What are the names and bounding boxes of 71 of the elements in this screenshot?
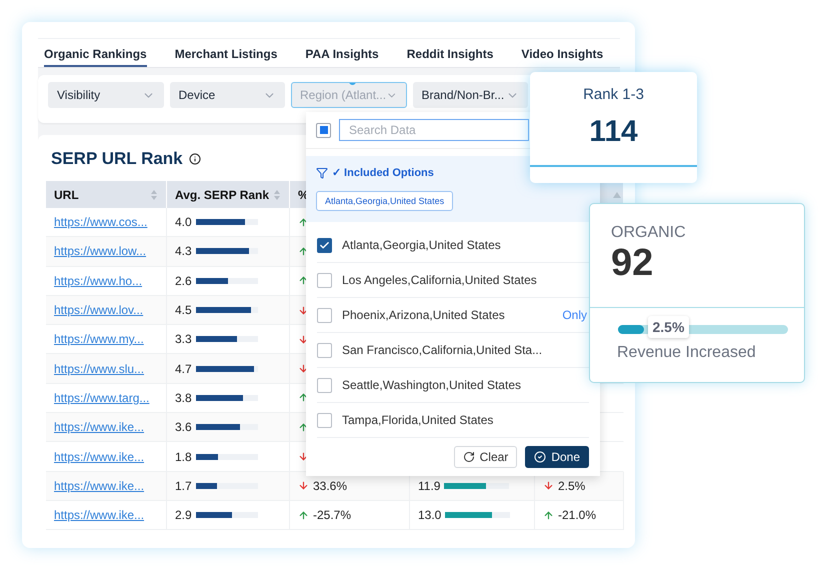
url-link[interactable]: https://www.ike... <box>54 508 144 522</box>
url-link[interactable]: https://www.ike... <box>54 478 144 493</box>
check-icon <box>319 240 330 250</box>
card-value: 92 <box>611 242 654 285</box>
option-label[interactable]: Tampa,Florida,United States <box>342 413 589 427</box>
info-icon[interactable] <box>188 153 201 165</box>
card-label: Rank 1-3 <box>583 86 644 103</box>
filter-dropdown[interactable]: Visibility <box>48 82 164 108</box>
only-link[interactable]: Only <box>562 308 587 322</box>
cell-text: 4.7 <box>175 362 192 376</box>
scroll-up-icon[interactable] <box>613 192 621 198</box>
tab[interactable]: Reddit Insights <box>406 47 494 67</box>
url-link[interactable]: https://www.my... <box>54 332 144 346</box>
cell-text: -25.7% <box>313 508 352 522</box>
checkbox[interactable] <box>317 308 332 322</box>
url-link[interactable]: https://www.low... <box>54 244 146 258</box>
url-link[interactable]: https://www.ho... <box>54 274 142 288</box>
url-link[interactable]: https://www.ike... <box>54 420 144 434</box>
card-value: 114 <box>589 115 638 149</box>
search-field[interactable]: Search Data <box>339 119 529 141</box>
included-options-title: ✓ Included Options <box>332 166 434 179</box>
checkbox[interactable] <box>317 272 332 288</box>
url-link[interactable]: https://www.targ... <box>54 390 150 405</box>
cell-text: 33.6% <box>313 478 348 493</box>
tab[interactable]: Merchant Listings <box>174 47 278 67</box>
tab[interactable]: Video Insights <box>521 47 604 67</box>
url-link[interactable]: https://www.lov... <box>54 303 144 318</box>
filter-dropdown[interactable]: Device <box>170 82 285 108</box>
check-circle-icon <box>534 451 546 463</box>
card-caption: Revenue Increased <box>617 344 757 362</box>
cell-text: 13.0 <box>418 508 442 522</box>
url-link[interactable]: https://www.cos... <box>54 215 148 230</box>
column-header[interactable]: Avg. SERP Rank <box>167 181 290 208</box>
checkbox[interactable] <box>317 342 332 358</box>
url-link[interactable]: https://www.slu... <box>54 362 144 376</box>
filter-dropdown[interactable]: Brand/Non-Br... <box>412 82 528 108</box>
filter-icon <box>316 166 328 178</box>
cell-text: 3.8 <box>175 390 192 405</box>
clear-button[interactable]: Clear <box>454 446 518 468</box>
select-all-checkbox[interactable] <box>316 122 331 138</box>
option-label[interactable]: San Francisco,California,United Sta... <box>342 343 589 357</box>
cell-text: 4.5 <box>175 303 192 318</box>
sort-icon[interactable] <box>150 188 158 200</box>
tab[interactable]: PAA Insights <box>305 47 379 67</box>
done-button[interactable]: Done <box>525 446 589 468</box>
refresh-icon <box>462 451 475 463</box>
column-header[interactable]: URL <box>46 181 167 208</box>
cell-text: 2.6 <box>175 274 192 288</box>
cell-text: 1.8 <box>175 450 192 464</box>
card-label: ORGANIC <box>611 224 687 242</box>
cell-text: 3.6 <box>175 420 192 434</box>
progress-reading: 2.5% <box>648 316 690 338</box>
option-tag[interactable]: Atlanta,Georgia,United States <box>316 191 454 211</box>
checkbox[interactable] <box>317 412 332 428</box>
sort-icon[interactable] <box>273 188 281 200</box>
checkbox[interactable] <box>317 238 332 252</box>
table-title: SERP URL Rank <box>51 149 183 169</box>
cell-text: 11.9 <box>418 478 440 493</box>
cell-text: 4.3 <box>175 244 192 258</box>
checkbox[interactable] <box>317 378 332 392</box>
option-label[interactable]: Phoenix,Arizona,United States <box>342 308 552 322</box>
option-label[interactable]: Seattle,Washington,United States <box>342 378 589 392</box>
option-label[interactable]: Los Angeles,California,United States <box>342 273 589 287</box>
url-link[interactable]: https://www.ike... <box>54 450 144 464</box>
option-label[interactable]: Atlanta,Georgia,United States <box>342 238 589 252</box>
cell-text: 4.0 <box>175 215 192 230</box>
cell-text: 2.5% <box>558 478 586 493</box>
cell-text: 2.9 <box>175 508 192 522</box>
cell-text: 3.3 <box>175 332 192 346</box>
cell-text: -21.0% <box>558 508 596 522</box>
cell-text: 1.7 <box>175 478 192 493</box>
